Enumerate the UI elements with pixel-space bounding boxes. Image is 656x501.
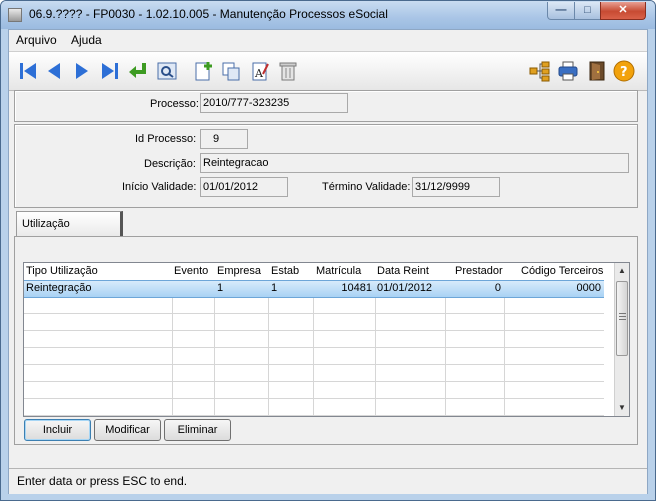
processo-field[interactable]: 2010/777-323235 [200,93,348,113]
delete-icon[interactable] [277,60,299,82]
termino-validade-field[interactable]: 31/12/9999 [412,177,500,197]
menu-bar: Arquivo Ajuda [9,30,647,50]
copy-icon[interactable] [220,60,242,82]
table-row[interactable] [24,314,604,331]
status-text: Enter data or press ESC to end. [17,474,188,488]
edit-icon[interactable]: A [249,60,271,82]
modificar-button[interactable]: Modificar [94,419,161,441]
print-icon[interactable] [557,60,579,82]
col-codigo-terceiros[interactable]: Código Terceiros [521,265,603,277]
descricao-field[interactable]: Reintegracao [200,153,629,173]
scroll-down-icon[interactable]: ▼ [618,403,626,412]
cell-prestador: 0 [494,282,501,294]
scroll-up-icon[interactable]: ▲ [618,266,626,275]
processo-label: Processo: [150,98,199,110]
app-icon [8,8,22,22]
utilizacao-grid[interactable]: Tipo Utilização Evento Empresa Estab Mat… [23,262,630,417]
utilizacao-tab-panel: Tipo Utilização Evento Empresa Estab Mat… [14,236,638,445]
id-processo-label: Id Processo: [135,133,197,145]
last-icon[interactable] [99,60,121,82]
descricao-label: Descrição: [144,158,196,170]
incluir-button[interactable]: Incluir [24,419,91,441]
close-button[interactable]: ✕ [600,2,646,20]
table-row[interactable] [24,297,604,314]
window-title: 06.9.???? - FP0030 - 1.02.10.005 - Manut… [29,7,388,21]
processo-panel: Processo: 2010/777-323235 [14,90,638,122]
grid-scrollbar[interactable]: ▲ ▼ [614,263,629,416]
menu-ajuda[interactable]: Ajuda [71,33,102,47]
table-row[interactable] [24,331,604,348]
next-icon[interactable] [71,60,93,82]
cell-estab: 1 [271,282,278,294]
first-icon[interactable] [17,60,39,82]
inicio-validade-field[interactable]: 01/01/2012 [200,177,288,197]
col-estab[interactable]: Estab [271,265,299,277]
col-matricula[interactable]: Matrícula [316,265,361,277]
title-bar[interactable]: 06.9.???? - FP0030 - 1.02.10.005 - Manut… [1,1,655,29]
col-prestador[interactable]: Prestador [455,265,503,277]
help-icon[interactable]: ? [613,60,635,82]
inicio-validade-label: Início Validade: [122,181,197,193]
minimize-button[interactable]: — [547,2,575,20]
cell-tipo-utilizacao: Reintegração [26,282,92,294]
id-processo-field[interactable]: 9 [200,129,248,149]
cell-codigo-terceiros: 0000 [576,282,601,294]
new-icon[interactable] [192,60,214,82]
table-row[interactable] [24,348,604,365]
table-row[interactable] [24,382,604,399]
cell-empresa: 1 [217,282,224,294]
menu-arquivo[interactable]: Arquivo [16,33,57,47]
col-tipo-utilizacao[interactable]: Tipo Utilização [26,265,98,277]
search-icon[interactable] [156,60,178,82]
toolbar: A ? [9,51,647,91]
application-window: 06.9.???? - FP0030 - 1.02.10.005 - Manut… [0,0,656,501]
tab-utilizacao[interactable]: Utilização [16,211,123,237]
col-data-reint[interactable]: Data Reint [377,265,429,277]
termino-validade-label: Término Validade: [322,181,411,193]
cell-data-reint: 01/01/2012 [377,282,433,294]
table-row[interactable] [24,399,604,416]
status-bar: Enter data or press ESC to end. [9,468,647,494]
scroll-thumb[interactable] [616,281,628,356]
table-row[interactable] [24,365,604,382]
previous-icon[interactable] [43,60,65,82]
exit-icon[interactable] [586,60,608,82]
table-row[interactable]: Reintegração 1 1 10481 01/01/2012 0 0000 [24,280,604,298]
maximize-button[interactable]: □ [574,2,601,20]
details-panel: Id Processo: 9 Descrição: Reintegracao I… [14,124,638,208]
tree-icon[interactable] [529,60,551,82]
grid-header: Tipo Utilização Evento Empresa Estab Mat… [24,263,614,280]
cell-matricula: 10481 [341,282,372,294]
svg-text:?: ? [620,65,628,80]
col-evento[interactable]: Evento [174,265,208,277]
col-empresa[interactable]: Empresa [217,265,261,277]
return-icon[interactable] [127,60,149,82]
eliminar-button[interactable]: Eliminar [164,419,231,441]
client-area: Arquivo Ajuda A ? Processo: 2010/777-323… [8,29,648,494]
